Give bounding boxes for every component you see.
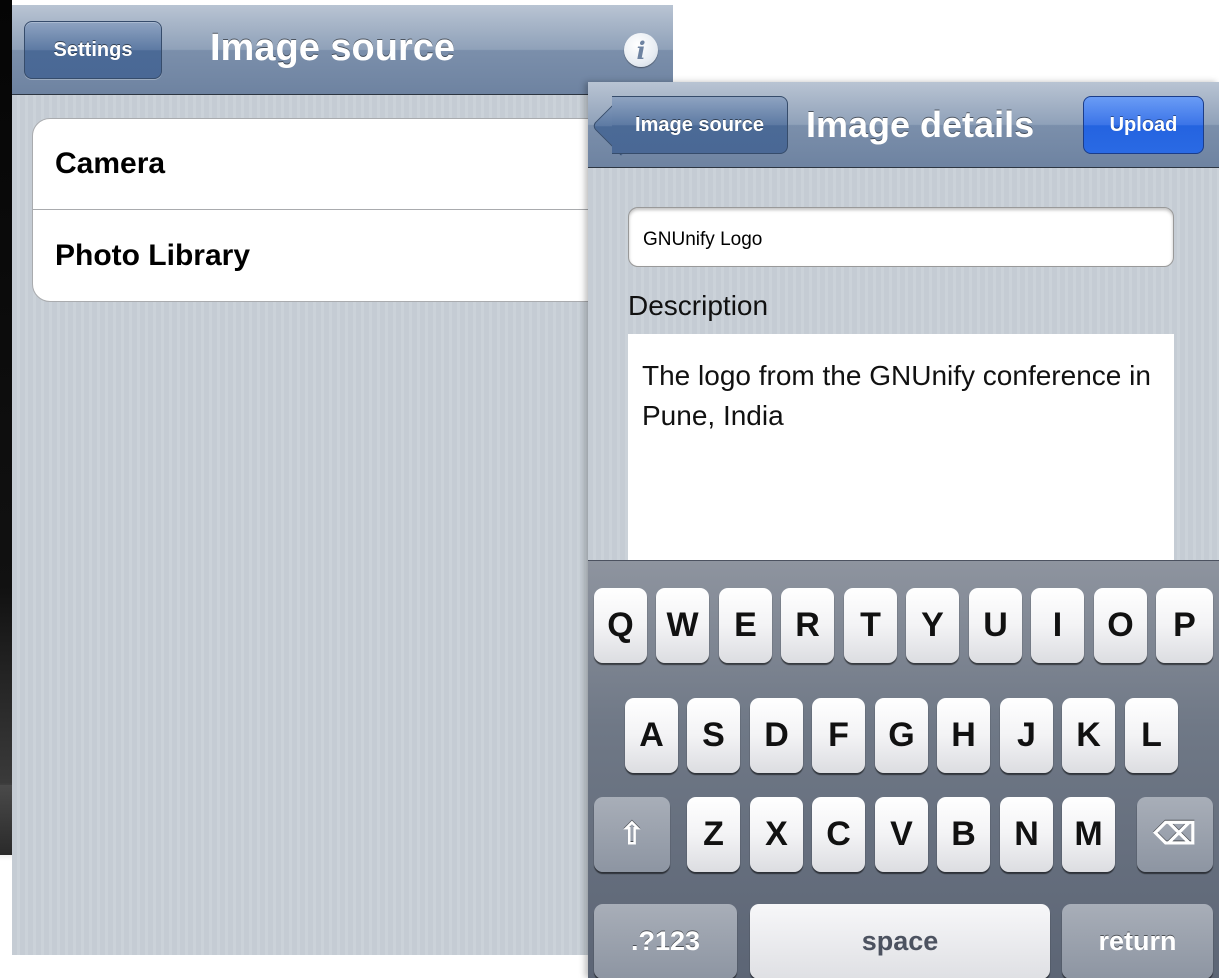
key-q[interactable]: Q — [594, 588, 647, 663]
key-n[interactable]: N — [1000, 797, 1053, 872]
on-screen-keyboard: Q W E R T Y U I O P A S D F G H J K L ⇧ … — [588, 560, 1219, 978]
key-w[interactable]: W — [656, 588, 709, 663]
settings-back-button[interactable]: Settings — [24, 21, 162, 79]
delete-icon[interactable]: ⌫ — [1137, 797, 1213, 872]
camera-option-label: Camera — [55, 147, 166, 180]
key-r[interactable]: R — [781, 588, 834, 663]
key-d[interactable]: D — [750, 698, 803, 773]
image-title-value: GNUnify Logo — [643, 229, 763, 250]
key-g[interactable]: G — [875, 698, 928, 773]
shift-icon[interactable]: ⇧ — [594, 797, 670, 872]
key-l[interactable]: L — [1125, 698, 1178, 773]
camera-option[interactable]: Camera — [33, 119, 673, 210]
key-u[interactable]: U — [969, 588, 1022, 663]
key-i[interactable]: I — [1031, 588, 1084, 663]
key-v[interactable]: V — [875, 797, 928, 872]
settings-button-label: Settings — [53, 38, 133, 61]
page-title: Image details — [806, 104, 1035, 145]
key-f[interactable]: F — [812, 698, 865, 773]
key-z[interactable]: Z — [687, 797, 740, 872]
key-a[interactable]: A — [625, 698, 678, 773]
key-t[interactable]: T — [844, 588, 897, 663]
navigation-bar: Image source Image details Upload — [588, 82, 1219, 168]
key-y[interactable]: Y — [906, 588, 959, 663]
photo-library-option[interactable]: Photo Library — [33, 210, 673, 301]
description-textarea[interactable]: The logo from the GNUnify conference in … — [628, 334, 1174, 594]
source-options-group: Camera Photo Library — [32, 118, 673, 302]
key-o[interactable]: O — [1094, 588, 1147, 663]
key-p[interactable]: P — [1156, 588, 1213, 663]
key-e[interactable]: E — [719, 588, 772, 663]
image-details-screen: Image source Image details Upload GNUnif… — [588, 82, 1219, 978]
upload-button-label: Upload — [1109, 113, 1178, 136]
key-c[interactable]: C — [812, 797, 865, 872]
return-key[interactable]: return — [1062, 904, 1213, 978]
key-m[interactable]: M — [1062, 797, 1115, 872]
page-title: Image source — [210, 27, 455, 69]
description-label: Description — [628, 290, 769, 321]
info-icon-glyph: i — [636, 35, 646, 65]
photo-library-option-label: Photo Library — [55, 238, 251, 272]
key-h[interactable]: H — [937, 698, 990, 773]
navigation-bar: Settings Image source i — [12, 5, 673, 95]
back-button-label: Image source — [635, 113, 764, 136]
key-s[interactable]: S — [687, 698, 740, 773]
upload-button[interactable]: Upload — [1083, 96, 1204, 154]
info-icon[interactable]: i — [624, 33, 658, 67]
key-j[interactable]: J — [1000, 698, 1053, 773]
key-b[interactable]: B — [937, 797, 990, 872]
space-key[interactable]: space — [750, 904, 1050, 978]
image-source-screen: Settings Image source i Camera Photo Lib… — [12, 5, 673, 955]
key-k[interactable]: K — [1062, 698, 1115, 773]
key-x[interactable]: X — [750, 797, 803, 872]
image-title-field[interactable]: GNUnify Logo — [628, 207, 1174, 267]
image-source-back-button[interactable]: Image source — [612, 96, 788, 154]
description-value: The logo from the GNUnify conference in … — [642, 360, 1151, 431]
backdrop-shadow — [0, 785, 12, 855]
numbers-key[interactable]: .?123 — [594, 904, 737, 978]
